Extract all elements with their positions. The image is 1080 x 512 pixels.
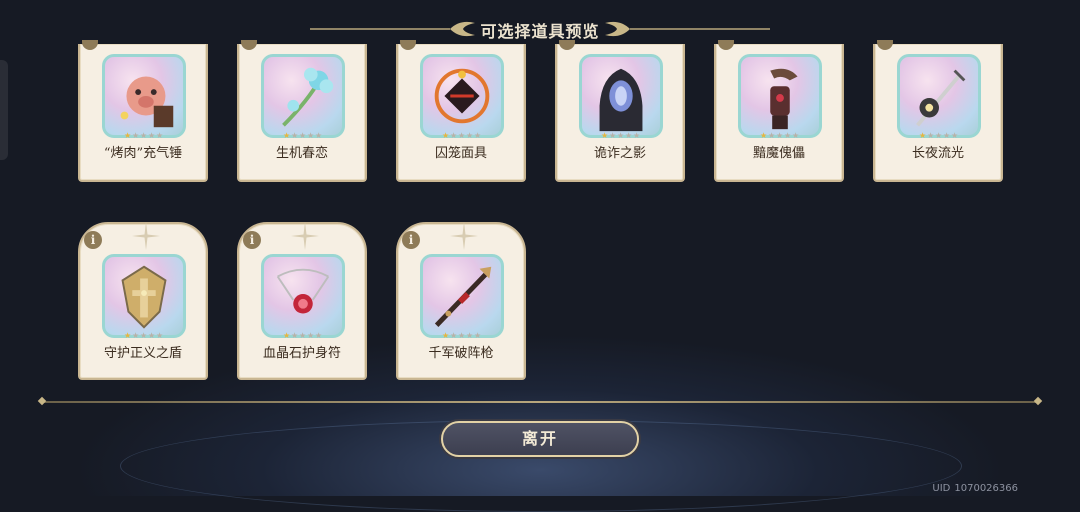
item-name: 生机春恋: [275, 146, 328, 161]
star-icon: ★: [299, 331, 307, 340]
item-name: 长夜流光: [911, 146, 964, 161]
item-name: 诡诈之影: [593, 146, 646, 161]
amulet-icon: [261, 254, 345, 338]
star-icon: ★: [140, 131, 148, 140]
star-icon: ★: [601, 131, 609, 140]
star-icon: ★: [450, 331, 458, 340]
star-icon: ★: [458, 131, 466, 140]
uid-label: UID 1070026366: [932, 483, 1018, 494]
item-card[interactable]: ★ ★ ★ ★ ★ 诡诈之影: [555, 40, 685, 182]
info-icon[interactable]: i: [84, 231, 102, 249]
star-rating: ★ ★ ★ ★ ★: [124, 332, 164, 340]
star-icon: ★: [458, 331, 466, 340]
star-icon: ★: [768, 131, 776, 140]
lantern-staff-icon: [897, 54, 981, 138]
star-rating: ★ ★ ★ ★ ★: [601, 132, 641, 140]
info-icon[interactable]: [400, 40, 416, 50]
star-icon: ★: [466, 131, 474, 140]
item-name: 黯魔傀儡: [752, 146, 805, 161]
star-icon: ★: [156, 131, 164, 140]
info-icon[interactable]: [559, 40, 575, 50]
item-name: 千军破阵枪: [428, 346, 494, 361]
star-icon: ★: [760, 131, 768, 140]
star-icon: ★: [291, 331, 299, 340]
star-icon: ★: [315, 331, 323, 340]
star-rating: ★ ★ ★ ★ ★: [124, 132, 164, 140]
item-name: 守护正义之盾: [103, 346, 182, 361]
item-card[interactable]: ★ ★ ★ ★ ★ 长夜流光: [873, 40, 1003, 182]
item-card[interactable]: i ★ ★ ★ ★ ★ 守护正义之盾: [78, 222, 208, 380]
star-icon: ★: [307, 131, 315, 140]
info-icon[interactable]: [877, 40, 893, 50]
item-name: 血晶石护身符: [262, 346, 341, 361]
info-icon[interactable]: i: [402, 231, 420, 249]
star-icon: ★: [617, 131, 625, 140]
item-card[interactable]: ★ ★ ★ ★ ★ 囚笼面具: [396, 40, 526, 182]
hooded-shadow-icon: [579, 54, 663, 138]
star-icon: ★: [474, 331, 482, 340]
star-icon: ★: [442, 331, 450, 340]
shield-icon: [102, 254, 186, 338]
item-card[interactable]: i ★ ★ ★ ★ ★ 血晶石护身符: [237, 222, 367, 380]
flower-wand-icon: [261, 54, 345, 138]
leave-button[interactable]: 离开: [441, 421, 639, 457]
star-icon: ★: [633, 131, 641, 140]
star-icon: ★: [951, 131, 959, 140]
star-icon: ★: [625, 131, 633, 140]
star-icon: ★: [919, 131, 927, 140]
star-icon: ★: [132, 131, 140, 140]
sparkle-icon: [450, 222, 478, 250]
star-icon: ★: [291, 131, 299, 140]
star-icon: ★: [784, 131, 792, 140]
item-name: 囚笼面具: [434, 146, 487, 161]
star-icon: ★: [132, 331, 140, 340]
star-rating: ★ ★ ★ ★ ★: [442, 132, 482, 140]
star-icon: ★: [466, 331, 474, 340]
header: 可选择道具预览: [300, 14, 780, 44]
star-icon: ★: [927, 131, 935, 140]
item-card[interactable]: ★ ★ ★ ★ ★ “烤肉”充气锤: [78, 40, 208, 182]
sparkle-icon: [132, 222, 160, 250]
star-icon: ★: [283, 331, 291, 340]
star-icon: ★: [442, 131, 450, 140]
star-icon: ★: [609, 131, 617, 140]
star-icon: ★: [124, 131, 132, 140]
star-icon: ★: [792, 131, 800, 140]
item-name: “烤肉”充气锤: [103, 146, 183, 161]
star-icon: ★: [148, 131, 156, 140]
info-icon[interactable]: [718, 40, 734, 50]
star-icon: ★: [307, 331, 315, 340]
item-card[interactable]: i ★ ★ ★ ★ ★ 千军破阵枪: [396, 222, 526, 380]
star-icon: ★: [124, 331, 132, 340]
star-icon: ★: [935, 131, 943, 140]
sparkle-icon: [291, 222, 319, 250]
cage-mask-icon: [420, 54, 504, 138]
star-rating: ★ ★ ★ ★ ★: [283, 132, 323, 140]
pig-hammer-icon: [102, 54, 186, 138]
side-drawer-tab[interactable]: [0, 60, 8, 160]
star-icon: ★: [148, 331, 156, 340]
star-icon: ★: [450, 131, 458, 140]
page-title: 可选择道具预览: [480, 22, 600, 41]
spear-icon: [420, 254, 504, 338]
star-icon: ★: [943, 131, 951, 140]
info-icon[interactable]: i: [243, 231, 261, 249]
star-icon: ★: [299, 131, 307, 140]
star-rating: ★ ★ ★ ★ ★: [442, 332, 482, 340]
star-rating: ★ ★ ★ ★ ★: [283, 332, 323, 340]
star-icon: ★: [283, 131, 291, 140]
star-icon: ★: [140, 331, 148, 340]
item-card[interactable]: ★ ★ ★ ★ ★ 黯魔傀儡: [714, 40, 844, 182]
divider: [37, 396, 1043, 406]
info-icon[interactable]: [82, 40, 98, 50]
dark-puppet-icon: [738, 54, 822, 138]
star-rating: ★ ★ ★ ★ ★: [760, 132, 800, 140]
star-rating: ★ ★ ★ ★ ★: [919, 132, 959, 140]
star-icon: ★: [776, 131, 784, 140]
star-icon: ★: [156, 331, 164, 340]
info-icon[interactable]: [241, 40, 257, 50]
item-card[interactable]: ★ ★ ★ ★ ★ 生机春恋: [237, 40, 367, 182]
star-icon: ★: [315, 131, 323, 140]
star-icon: ★: [474, 131, 482, 140]
